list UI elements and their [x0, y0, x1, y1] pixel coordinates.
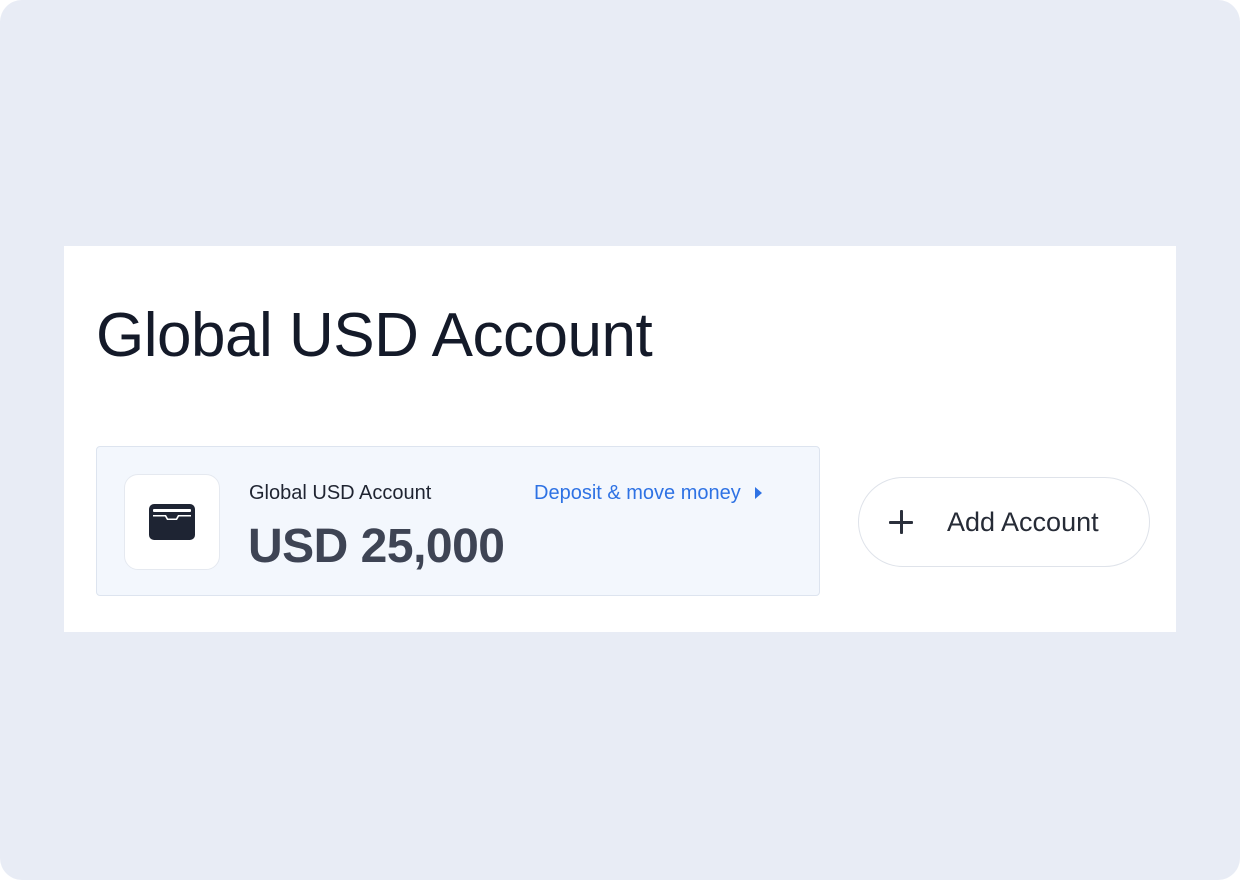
deposit-link-label: Deposit & move money [534, 482, 741, 504]
plus-icon [889, 510, 913, 534]
account-balance: USD 25,000 [248, 520, 505, 573]
page-title: Global USD Account [96, 301, 653, 370]
account-name: Global USD Account [249, 482, 432, 504]
account-panel: Global USD Account Global USD Account US… [64, 246, 1176, 632]
add-account-button[interactable]: Add Account [858, 477, 1150, 567]
caret-right-icon [754, 487, 762, 499]
add-account-label: Add Account [947, 507, 1099, 537]
deposit-move-money-link[interactable]: Deposit & move money [534, 481, 762, 505]
account-card[interactable]: Global USD Account USD 25,000 Deposit & … [96, 446, 820, 596]
page-background: Global USD Account Global USD Account US… [0, 0, 1240, 880]
wallet-icon [149, 504, 195, 540]
account-icon-tile [124, 474, 220, 570]
